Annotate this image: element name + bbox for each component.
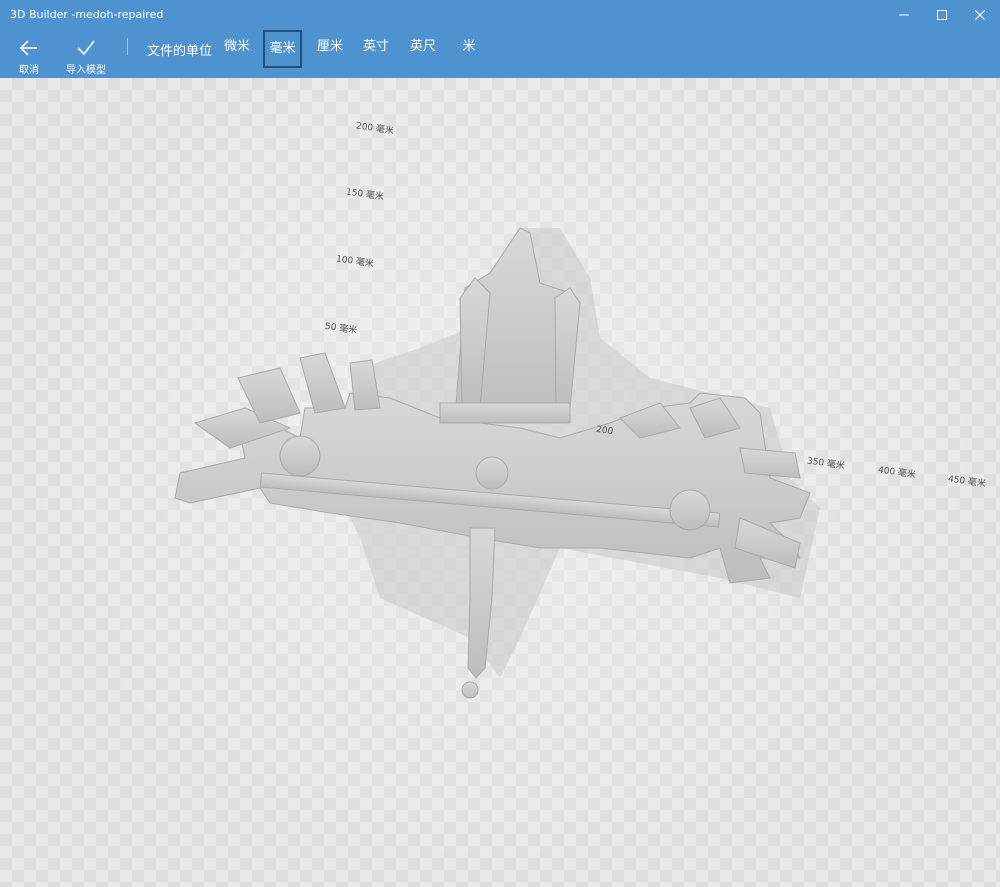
command-bar: 取消 导入模型 文件的单位 微米 毫米 厘米 英寸 英尺 米	[0, 30, 1000, 78]
close-button[interactable]	[962, 0, 998, 30]
back-arrow-icon	[19, 40, 37, 56]
close-icon	[975, 10, 985, 20]
minimize-button[interactable]	[886, 0, 922, 30]
3d-viewport[interactable]: 200 毫米 150 毫米 100 毫米 50 毫米 200 350 毫米 40…	[0, 78, 1000, 887]
import-label: 导入模型	[66, 65, 106, 76]
toolbar-separator	[127, 38, 128, 55]
title-bar: 3D Builder -medoh-repaired	[0, 0, 1000, 30]
checkmark-icon	[77, 40, 95, 56]
import-model-button[interactable]: 导入模型	[61, 36, 111, 76]
cancel-label: 取消	[19, 65, 39, 76]
unit-inch[interactable]: 英寸	[357, 30, 395, 68]
maximize-button[interactable]	[924, 0, 960, 30]
unit-meter[interactable]: 米	[452, 30, 486, 68]
unit-micrometer[interactable]: 微米	[218, 30, 256, 68]
minimize-icon	[899, 14, 909, 16]
unit-centimeter[interactable]: 厘米	[311, 30, 349, 68]
file-units-label: 文件的单位	[147, 44, 213, 59]
window-title: 3D Builder -medoh-repaired	[10, 8, 164, 21]
3d-model[interactable]	[0, 78, 1000, 887]
unit-foot[interactable]: 英尺	[404, 30, 442, 68]
maximize-icon	[937, 10, 947, 20]
unit-millimeter[interactable]: 毫米	[263, 30, 302, 68]
cancel-button[interactable]: 取消	[4, 36, 54, 76]
